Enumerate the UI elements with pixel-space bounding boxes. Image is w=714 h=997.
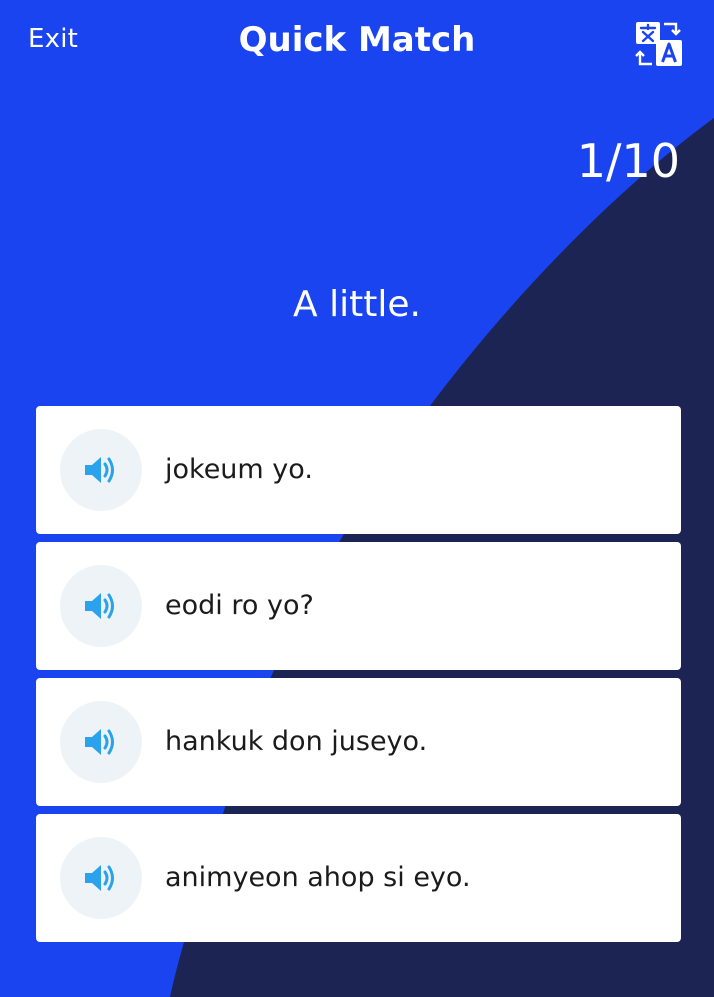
speaker-icon <box>85 865 114 891</box>
answer-text: hankuk don juseyo. <box>165 726 428 757</box>
answer-options: jokeum yo. eodi ro yo? hankuk don juseyo… <box>36 406 681 950</box>
prompt-phrase: A little. <box>293 284 421 325</box>
answer-option-3[interactable]: hankuk don juseyo. <box>36 678 681 806</box>
play-audio-button[interactable] <box>60 565 142 647</box>
translate-icon <box>635 22 682 66</box>
translate-button[interactable] <box>634 20 684 68</box>
speaker-icon <box>85 593 114 619</box>
speaker-icon <box>85 729 114 755</box>
page-title: Quick Match <box>238 20 476 60</box>
progress-counter: 1/10 <box>576 134 680 188</box>
answer-text: jokeum yo. <box>165 454 313 485</box>
answer-text: eodi ro yo? <box>165 590 314 621</box>
answer-option-2[interactable]: eodi ro yo? <box>36 542 681 670</box>
play-audio-button[interactable] <box>60 701 142 783</box>
answer-option-4[interactable]: animyeon ahop si eyo. <box>36 814 681 942</box>
answer-text: animyeon ahop si eyo. <box>165 862 471 893</box>
speaker-icon <box>85 457 114 483</box>
play-audio-button[interactable] <box>60 837 142 919</box>
top-bar: Exit Quick Match <box>0 0 714 86</box>
play-audio-button[interactable] <box>60 429 142 511</box>
answer-option-1[interactable]: jokeum yo. <box>36 406 681 534</box>
exit-button[interactable]: Exit <box>28 24 78 54</box>
